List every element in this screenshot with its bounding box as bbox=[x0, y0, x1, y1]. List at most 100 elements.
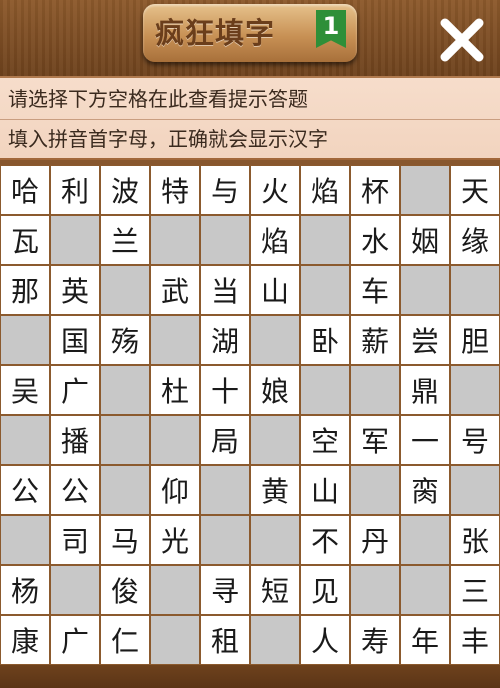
game-title: 疯狂填字 bbox=[155, 16, 276, 50]
grid-cell-letter: 短 bbox=[250, 565, 300, 615]
grid-cell-letter: 脔 bbox=[400, 465, 450, 515]
grid-cell-letter: 兰 bbox=[100, 215, 150, 265]
grid-cell-letter: 缘 bbox=[450, 215, 500, 265]
grid-cell-letter: 空 bbox=[300, 415, 350, 465]
grid-cell-letter: 俊 bbox=[100, 565, 150, 615]
grid-cell-letter: 水 bbox=[350, 215, 400, 265]
grid-cell-letter: 号 bbox=[450, 415, 500, 465]
grid-cell-letter: 特 bbox=[150, 165, 200, 215]
grid-cell-letter: 吴 bbox=[0, 365, 50, 415]
hint-panel: 请选择下方空格在此查看提示答题 填入拼音首字母，正确就会显示汉字 bbox=[0, 76, 500, 160]
grid-cell-letter: 当 bbox=[200, 265, 250, 315]
grid-cell-empty[interactable] bbox=[200, 465, 250, 515]
grid-cell-empty[interactable] bbox=[350, 365, 400, 415]
grid-cell-letter: 与 bbox=[200, 165, 250, 215]
grid-cell-empty[interactable] bbox=[150, 615, 200, 665]
grid-cell-letter: 马 bbox=[100, 515, 150, 565]
grid-cell-empty[interactable] bbox=[250, 615, 300, 665]
grid-cell-empty[interactable] bbox=[150, 215, 200, 265]
grid-cell-letter: 鼎 bbox=[400, 365, 450, 415]
grid-cell-empty[interactable] bbox=[450, 365, 500, 415]
grid-cell-letter: 公 bbox=[50, 465, 100, 515]
grid-cell-letter: 薪 bbox=[350, 315, 400, 365]
grid-cell-empty[interactable] bbox=[300, 215, 350, 265]
grid-cell-letter: 见 bbox=[300, 565, 350, 615]
grid-cell-letter: 殇 bbox=[100, 315, 150, 365]
grid-cell-letter: 军 bbox=[350, 415, 400, 465]
grid-cell-letter: 杯 bbox=[350, 165, 400, 215]
grid-cell-letter: 司 bbox=[50, 515, 100, 565]
grid-cell-empty[interactable] bbox=[150, 415, 200, 465]
grid-cell-letter: 车 bbox=[350, 265, 400, 315]
grid-cell-empty[interactable] bbox=[100, 365, 150, 415]
grid-cell-letter: 租 bbox=[200, 615, 250, 665]
grid-cell-letter: 丰 bbox=[450, 615, 500, 665]
grid-cell-letter: 利 bbox=[50, 165, 100, 215]
grid-cell-empty[interactable] bbox=[300, 365, 350, 415]
grid-cell-letter: 山 bbox=[250, 265, 300, 315]
grid-cell-empty[interactable] bbox=[400, 565, 450, 615]
grid-cell-letter: 康 bbox=[0, 615, 50, 665]
grid-cell-letter: 山 bbox=[300, 465, 350, 515]
grid-cell-empty[interactable] bbox=[100, 415, 150, 465]
grid-cell-empty[interactable] bbox=[250, 315, 300, 365]
grid-cell-empty[interactable] bbox=[0, 315, 50, 365]
grid-cell-letter: 黄 bbox=[250, 465, 300, 515]
grid-cell-empty[interactable] bbox=[100, 465, 150, 515]
level-badge: 1 bbox=[316, 10, 346, 48]
grid-cell-empty[interactable] bbox=[350, 465, 400, 515]
grid-cell-letter: 寿 bbox=[350, 615, 400, 665]
grid-cell-letter: 湖 bbox=[200, 315, 250, 365]
grid-cell-letter: 三 bbox=[450, 565, 500, 615]
grid-cell-empty[interactable] bbox=[450, 265, 500, 315]
grid-cell-letter: 国 bbox=[50, 315, 100, 365]
grid-cell-empty[interactable] bbox=[400, 265, 450, 315]
grid-cell-empty[interactable] bbox=[0, 415, 50, 465]
close-button[interactable] bbox=[436, 14, 488, 66]
grid-cell-empty[interactable] bbox=[250, 515, 300, 565]
grid-cell-empty[interactable] bbox=[100, 265, 150, 315]
grid-cell-empty[interactable] bbox=[150, 565, 200, 615]
grid-cell-letter: 广 bbox=[50, 365, 100, 415]
grid-cell-letter: 广 bbox=[50, 615, 100, 665]
grid-cell-letter: 十 bbox=[200, 365, 250, 415]
grid-cell-letter: 人 bbox=[300, 615, 350, 665]
grid-cell-empty[interactable] bbox=[250, 415, 300, 465]
grid-cell-letter: 丹 bbox=[350, 515, 400, 565]
close-x-icon bbox=[440, 18, 484, 62]
grid-cell-letter: 不 bbox=[300, 515, 350, 565]
grid-cell-letter: 武 bbox=[150, 265, 200, 315]
hint-instruction-fill: 填入拼音首字母，正确就会显示汉字 bbox=[8, 127, 328, 151]
grid-cell-letter: 焰 bbox=[250, 215, 300, 265]
top-bar: 疯狂填字 1 bbox=[0, 0, 500, 76]
grid-cell-letter: 尝 bbox=[400, 315, 450, 365]
grid-cell-empty[interactable] bbox=[450, 465, 500, 515]
grid-cell-empty[interactable] bbox=[50, 565, 100, 615]
grid-cell-letter: 胆 bbox=[450, 315, 500, 365]
grid-cell-empty[interactable] bbox=[350, 565, 400, 615]
grid-cell-empty[interactable] bbox=[400, 515, 450, 565]
grid-cell-letter: 寻 bbox=[200, 565, 250, 615]
grid-cell-letter: 杜 bbox=[150, 365, 200, 415]
grid-cell-letter: 天 bbox=[450, 165, 500, 215]
grid-cell-letter: 火 bbox=[250, 165, 300, 215]
grid-cell-empty[interactable] bbox=[150, 315, 200, 365]
grid-cell-letter: 杨 bbox=[0, 565, 50, 615]
grid-cell-letter: 公 bbox=[0, 465, 50, 515]
grid-cell-letter: 年 bbox=[400, 615, 450, 665]
grid-cell-letter: 一 bbox=[400, 415, 450, 465]
grid-cell-empty[interactable] bbox=[200, 215, 250, 265]
grid-cell-empty[interactable] bbox=[50, 215, 100, 265]
grid-cell-empty[interactable] bbox=[400, 165, 450, 215]
grid-cell-letter: 张 bbox=[450, 515, 500, 565]
grid-cell-letter: 局 bbox=[200, 415, 250, 465]
grid-cell-letter: 娘 bbox=[250, 365, 300, 415]
grid-cell-letter: 卧 bbox=[300, 315, 350, 365]
grid-cell-empty[interactable] bbox=[200, 515, 250, 565]
grid-cell-empty[interactable] bbox=[300, 265, 350, 315]
hint-instruction-select: 请选择下方空格在此查看提示答题 bbox=[8, 87, 308, 111]
hint-divider bbox=[0, 119, 500, 120]
grid-cell-letter: 英 bbox=[50, 265, 100, 315]
grid-cell-letter: 哈 bbox=[0, 165, 50, 215]
grid-cell-empty[interactable] bbox=[0, 515, 50, 565]
